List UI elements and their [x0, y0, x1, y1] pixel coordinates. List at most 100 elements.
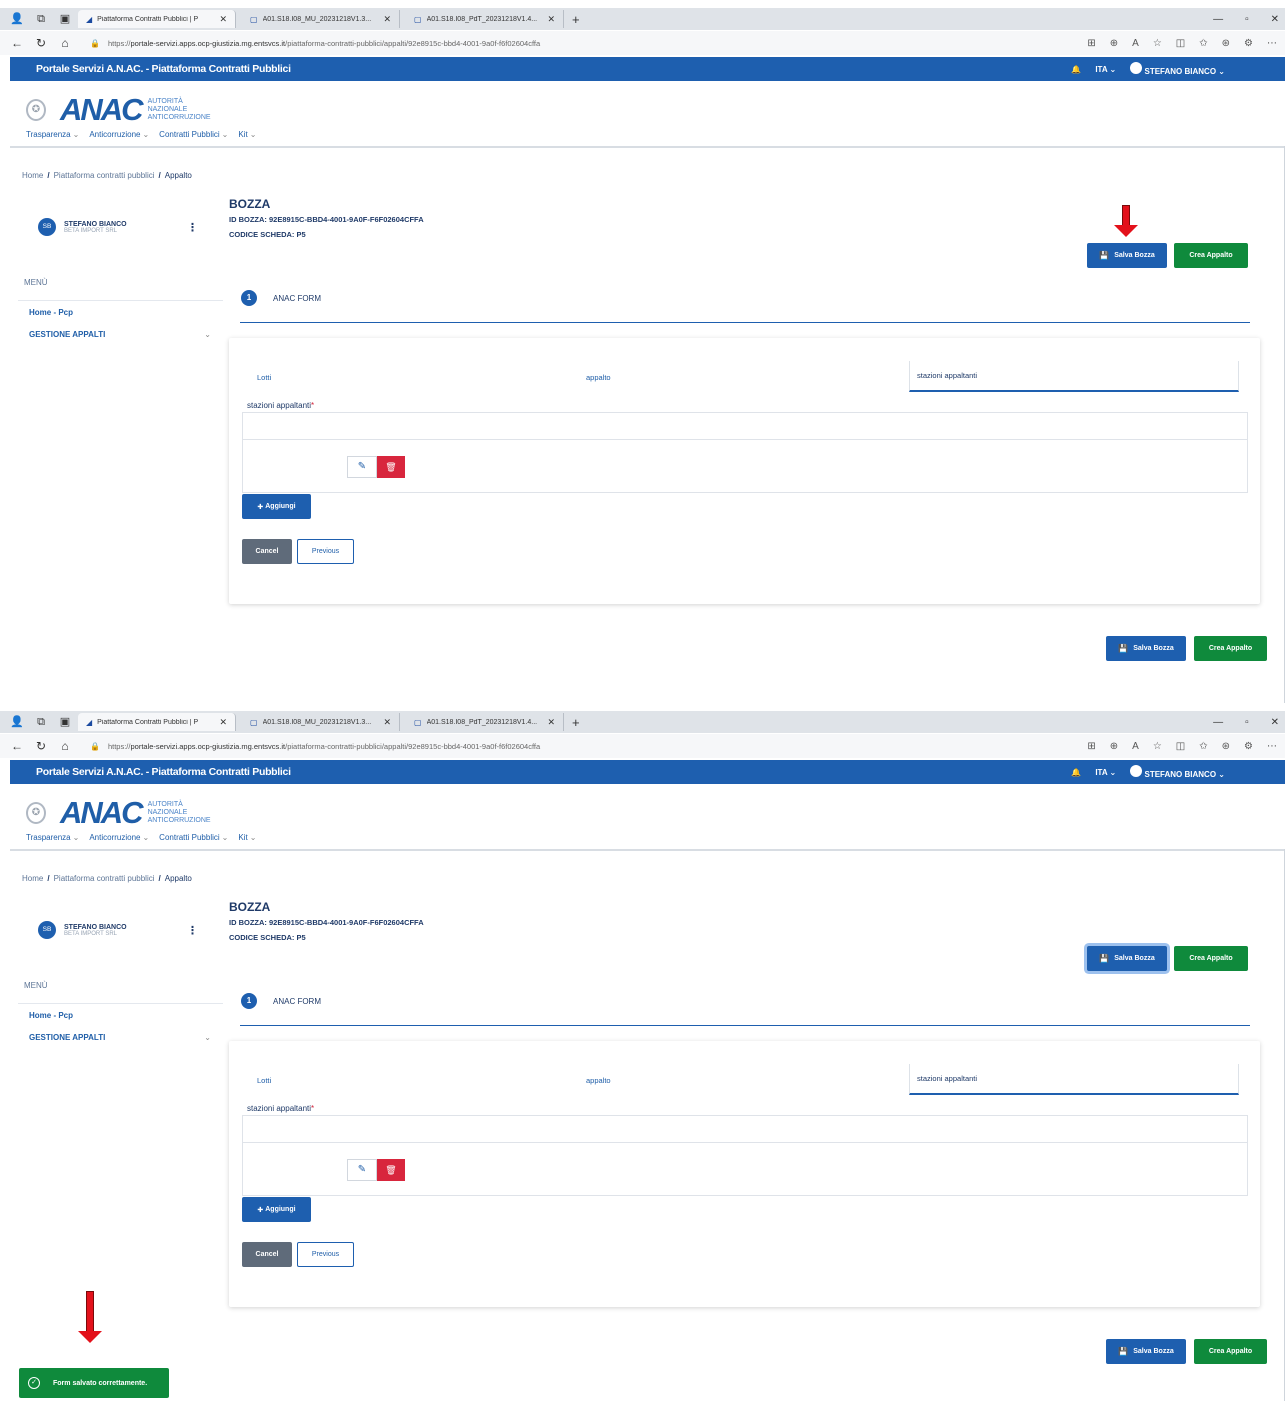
favorites-icon[interactable]: ✩ [1199, 741, 1207, 752]
breadcrumb-home[interactable]: Home [22, 874, 43, 883]
anac-logo[interactable]: ✪ ANAC Autorità Nazionale Anticorruzione [26, 795, 211, 831]
favorite-icon[interactable]: ☆ [1153, 38, 1162, 49]
trash-icon[interactable]: 🗑 [377, 1159, 405, 1181]
collections-icon[interactable]: ⊛ [1222, 741, 1230, 752]
new-tab-icon[interactable]: + [572, 12, 580, 27]
close-window-icon[interactable]: ✕ [1271, 14, 1279, 25]
breadcrumb-home[interactable]: Home [22, 171, 43, 180]
edit-icon[interactable]: ✎ [347, 1159, 377, 1181]
tab-lotti[interactable]: Lotti [257, 1076, 271, 1085]
menu-kit[interactable]: Kit ⌄ [238, 130, 256, 139]
extensions-icon[interactable]: ⚙ [1244, 38, 1253, 49]
previous-button[interactable]: Previous [297, 1242, 354, 1267]
menu-anticorruzione[interactable]: Anticorruzione ⌄ [89, 130, 149, 139]
kebab-menu-icon[interactable]: ⋮ [187, 924, 198, 937]
close-tab-icon[interactable]: ✕ [383, 14, 391, 25]
sidebar-item-gestione-appalti[interactable]: GESTIONE APPALTI ⌄ [29, 330, 211, 339]
apps-icon[interactable]: ⊞ [1087, 38, 1095, 49]
more-icon[interactable]: ⋯ [1267, 741, 1277, 752]
minimize-icon[interactable]: — [1213, 14, 1223, 25]
tab-stazioni-appaltanti[interactable]: stazioni appaltanti [909, 1064, 1239, 1095]
menu-contratti-pubblici[interactable]: Contratti Pubblici ⌄ [159, 130, 228, 139]
url-field[interactable]: 🔒 https://portale-servizi.apps.ocp-giust… [90, 742, 540, 751]
browser-tab[interactable]: ▢ A01.S18.I08_MU_20231218V1.3... ✕ [242, 10, 400, 28]
reload-icon[interactable]: ↻ [34, 739, 48, 753]
close-tab-icon[interactable]: ✕ [383, 717, 391, 728]
restore-icon[interactable]: ▫ [1245, 717, 1249, 728]
browser-tab[interactable]: ▢ A01.S18.I08_PdT_20231218V1.4... ✕ [406, 713, 564, 731]
minimize-icon[interactable]: — [1213, 717, 1223, 728]
profile-icon[interactable]: 👤 [10, 12, 24, 26]
add-button[interactable]: ✚ Aggiungi [242, 494, 311, 519]
profile-icon[interactable]: 👤 [10, 715, 24, 729]
sidebar-item-home-pcp[interactable]: Home - Pcp [29, 308, 73, 317]
workspaces-icon[interactable]: ⧉ [34, 715, 48, 729]
browser-tab[interactable]: ▢ A01.S18.I08_PdT_20231218V1.4... ✕ [406, 10, 564, 28]
extensions-icon[interactable]: ⚙ [1244, 741, 1253, 752]
url-field[interactable]: 🔒 https://portale-servizi.apps.ocp-giust… [90, 39, 540, 48]
zoom-icon[interactable]: ⊕ [1110, 38, 1118, 49]
user-menu[interactable]: STEFANO BIANCO ⌄ [1130, 62, 1225, 76]
menu-trasparenza[interactable]: Trasparenza ⌄ [26, 130, 79, 139]
language-select[interactable]: ITA ⌄ [1095, 65, 1116, 74]
tab-actions-icon[interactable]: ▣ [58, 715, 72, 729]
favorites-icon[interactable]: ✩ [1199, 38, 1207, 49]
close-tab-icon[interactable]: ✕ [219, 14, 227, 25]
browser-tab[interactable]: ▢ A01.S18.I08_MU_20231218V1.3... ✕ [242, 713, 400, 731]
close-window-icon[interactable]: ✕ [1271, 717, 1279, 728]
back-icon[interactable]: ← [10, 739, 24, 753]
anac-logo[interactable]: ✪ ANAC Autorità Nazionale Anticorruzione [26, 92, 211, 128]
tab-appalto[interactable]: appalto [586, 373, 611, 382]
create-appalto-button[interactable]: Crea Appalto [1174, 946, 1248, 971]
bell-icon[interactable]: 🔔 [1071, 65, 1081, 74]
save-draft-button[interactable]: 💾 Salva Bozza [1087, 243, 1167, 268]
sidebar-item-gestione-appalti[interactable]: GESTIONE APPALTI ⌄ [29, 1033, 211, 1042]
zoom-icon[interactable]: ⊕ [1110, 741, 1118, 752]
kebab-menu-icon[interactable]: ⋮ [187, 221, 198, 234]
tab-actions-icon[interactable]: ▣ [58, 12, 72, 26]
new-tab-icon[interactable]: + [572, 715, 580, 730]
sidebar-item-home-pcp[interactable]: Home - Pcp [29, 1011, 73, 1020]
previous-button[interactable]: Previous [297, 539, 354, 564]
home-icon[interactable]: ⌂ [58, 739, 72, 753]
workspaces-icon[interactable]: ⧉ [34, 12, 48, 26]
split-screen-icon[interactable]: ◫ [1176, 38, 1185, 49]
menu-contratti-pubblici[interactable]: Contratti Pubblici ⌄ [159, 833, 228, 842]
back-icon[interactable]: ← [10, 36, 24, 50]
language-select[interactable]: ITA ⌄ [1095, 768, 1116, 777]
create-appalto-button-bottom[interactable]: Crea Appalto [1194, 636, 1267, 661]
read-aloud-icon[interactable]: A [1132, 741, 1139, 752]
collections-icon[interactable]: ⊛ [1222, 38, 1230, 49]
tab-stazioni-appaltanti[interactable]: stazioni appaltanti [909, 361, 1239, 392]
menu-kit[interactable]: Kit ⌄ [238, 833, 256, 842]
restore-icon[interactable]: ▫ [1245, 14, 1249, 25]
apps-icon[interactable]: ⊞ [1087, 741, 1095, 752]
tab-appalto[interactable]: appalto [586, 1076, 611, 1085]
add-button[interactable]: ✚ Aggiungi [242, 1197, 311, 1222]
reload-icon[interactable]: ↻ [34, 36, 48, 50]
home-icon[interactable]: ⌂ [58, 36, 72, 50]
create-appalto-button[interactable]: Crea Appalto [1174, 243, 1248, 268]
bell-icon[interactable]: 🔔 [1071, 768, 1081, 777]
breadcrumb-piattaforma[interactable]: Piattaforma contratti pubblici [54, 874, 155, 883]
close-tab-icon[interactable]: ✕ [219, 717, 227, 728]
save-draft-button[interactable]: 💾 Salva Bozza [1087, 946, 1167, 971]
more-icon[interactable]: ⋯ [1267, 38, 1277, 49]
create-appalto-button-bottom[interactable]: Crea Appalto [1194, 1339, 1267, 1364]
save-draft-button-bottom[interactable]: 💾 Salva Bozza [1106, 1339, 1186, 1364]
browser-tab-active[interactable]: ◢ Piattaforma Contratti Pubblici | P ✕ [78, 713, 236, 731]
split-screen-icon[interactable]: ◫ [1176, 741, 1185, 752]
cancel-button[interactable]: Cancel [242, 1242, 292, 1267]
read-aloud-icon[interactable]: A [1132, 38, 1139, 49]
close-tab-icon[interactable]: ✕ [547, 717, 555, 728]
favorite-icon[interactable]: ☆ [1153, 741, 1162, 752]
save-draft-button-bottom[interactable]: 💾 Salva Bozza [1106, 636, 1186, 661]
menu-anticorruzione[interactable]: Anticorruzione ⌄ [89, 833, 149, 842]
browser-tab-active[interactable]: ◢ Piattaforma Contratti Pubblici | P ✕ [78, 10, 236, 28]
close-tab-icon[interactable]: ✕ [547, 14, 555, 25]
menu-trasparenza[interactable]: Trasparenza ⌄ [26, 833, 79, 842]
user-menu[interactable]: STEFANO BIANCO ⌄ [1130, 765, 1225, 779]
trash-icon[interactable]: 🗑 [377, 456, 405, 478]
edit-icon[interactable]: ✎ [347, 456, 377, 478]
cancel-button[interactable]: Cancel [242, 539, 292, 564]
